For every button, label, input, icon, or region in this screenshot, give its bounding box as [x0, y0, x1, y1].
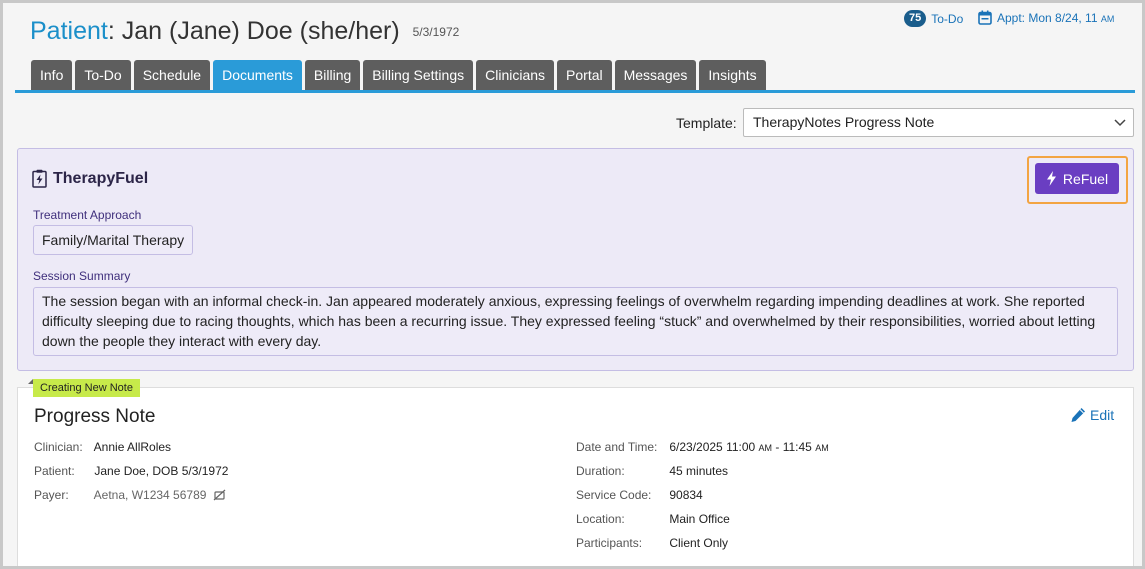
therapyfuel-title: TherapyFuel — [53, 169, 149, 187]
payer-value: Aetna, W1234 56789 — [93, 488, 207, 502]
clinician-label: Clinician: — [34, 440, 83, 454]
patient-row-value: Jane Doe, DOB 5/3/1972 — [94, 464, 229, 478]
tab-billing[interactable]: Billing — [304, 60, 361, 91]
session-summary-label: Session Summary — [33, 269, 131, 283]
therapyfuel-header: TherapyFuel — [32, 169, 148, 188]
patient-row-label: Patient: — [34, 464, 75, 478]
service-code-label: Service Code: — [576, 488, 652, 502]
tab-underline — [15, 90, 1135, 93]
location-label: Location: — [576, 512, 625, 526]
tab-messages[interactable]: Messages — [614, 60, 697, 91]
participants-row: Participants: Client Only — [576, 536, 728, 550]
payer-label: Payer: — [34, 488, 69, 502]
datetime-value: 6/23/2025 11:00 AM - 11:45 AM — [669, 440, 828, 454]
progress-note-card: Progress Note Edit Clinician: Annie AllR… — [17, 387, 1134, 566]
datetime-end: - 11:45 — [772, 440, 812, 454]
duration-row: Duration: 45 minutes — [576, 464, 728, 478]
treatment-approach-value[interactable]: Family/Marital Therapy — [33, 225, 193, 255]
patient-label: Patient — [30, 17, 108, 45]
tab-billing-settings[interactable]: Billing Settings — [363, 60, 474, 91]
datetime-start: 6/23/2025 11:00 — [669, 440, 756, 454]
participants-value: Client Only — [669, 536, 729, 550]
patient-row: Patient: Jane Doe, DOB 5/3/1972 — [34, 464, 228, 478]
payer-row: Payer: Aetna, W1234 56789 — [34, 488, 226, 502]
datetime-end-ampm: AM — [815, 443, 829, 453]
tab-insights[interactable]: Insights — [699, 60, 766, 91]
tab-schedule[interactable]: Schedule — [133, 60, 211, 91]
todo-count-badge: 75 — [904, 10, 927, 27]
appointment-text: Appt: Mon 8/24, 11 — [997, 10, 1098, 25]
datetime-start-ampm: AM — [758, 443, 773, 453]
clipboard-bolt-icon — [32, 169, 47, 188]
chevron-down-icon — [1114, 119, 1126, 127]
todo-link-label: To-Do — [931, 11, 964, 26]
creating-new-note-badge: Creating New Note — [33, 379, 140, 397]
location-row: Location: Main Office — [576, 512, 730, 526]
title-colon: : — [107, 17, 115, 45]
patient-page: Patient: Jan (Jane) Doe (she/her) 5/3/19… — [0, 0, 1145, 569]
patient-dob: 5/3/1972 — [412, 25, 460, 39]
calendar-icon — [978, 10, 992, 25]
refuel-button[interactable]: ReFuel — [1035, 163, 1119, 194]
datetime-row: Date and Time: 6/23/2025 11:00 AM - 11:4… — [576, 440, 829, 454]
bolt-icon — [1046, 171, 1056, 186]
service-code-row: Service Code: 90834 — [576, 488, 703, 502]
session-summary-text[interactable]: The session began with an informal check… — [33, 287, 1118, 356]
appointment-label: Appt: Mon 8/24, 11 AM — [997, 11, 1114, 25]
appointment-link[interactable]: Appt: Mon 8/24, 11 AM — [978, 10, 1114, 25]
participants-label: Participants: — [576, 536, 643, 550]
no-verify-icon — [213, 489, 226, 501]
tab-info[interactable]: Info — [31, 60, 73, 91]
location-value: Main Office — [669, 512, 730, 526]
therapyfuel-panel: TherapyFuel ReFuel Treatment Approach Fa… — [17, 148, 1134, 371]
service-code-value: 90834 — [669, 488, 703, 502]
treatment-approach-label: Treatment Approach — [33, 208, 142, 222]
edit-link[interactable]: Edit — [1070, 407, 1114, 423]
appointment-ampm: AM — [1100, 13, 1115, 24]
clinician-value: Annie AllRoles — [93, 440, 172, 454]
tab-todo[interactable]: To-Do — [75, 60, 131, 91]
template-value: TherapyNotes Progress Note — [753, 114, 935, 130]
tab-portal[interactable]: Portal — [557, 60, 612, 91]
edit-label: Edit — [1090, 407, 1115, 423]
duration-value: 45 minutes — [669, 464, 729, 478]
duration-label: Duration: — [576, 464, 625, 478]
patient-name: Jan (Jane) Doe (she/her) — [121, 17, 400, 45]
tab-clinicians[interactable]: Clinicians — [476, 60, 555, 91]
note-title: Progress Note — [34, 406, 156, 427]
tab-documents[interactable]: Documents — [213, 60, 302, 91]
pencil-icon — [1071, 408, 1085, 422]
template-label: Template: — [676, 115, 737, 131]
refuel-label: ReFuel — [1062, 170, 1109, 187]
patient-tabs: Info To-Do Schedule Documents Billing Bi… — [31, 60, 766, 91]
page-title: Patient: Jan (Jane) Doe (she/her) 5/3/19… — [30, 17, 459, 46]
datetime-label: Date and Time: — [576, 440, 658, 454]
todo-link[interactable]: 75 To-Do — [904, 10, 963, 27]
clinician-row: Clinician: Annie AllRoles — [34, 440, 171, 454]
template-select[interactable]: TherapyNotes Progress Note — [743, 108, 1134, 137]
